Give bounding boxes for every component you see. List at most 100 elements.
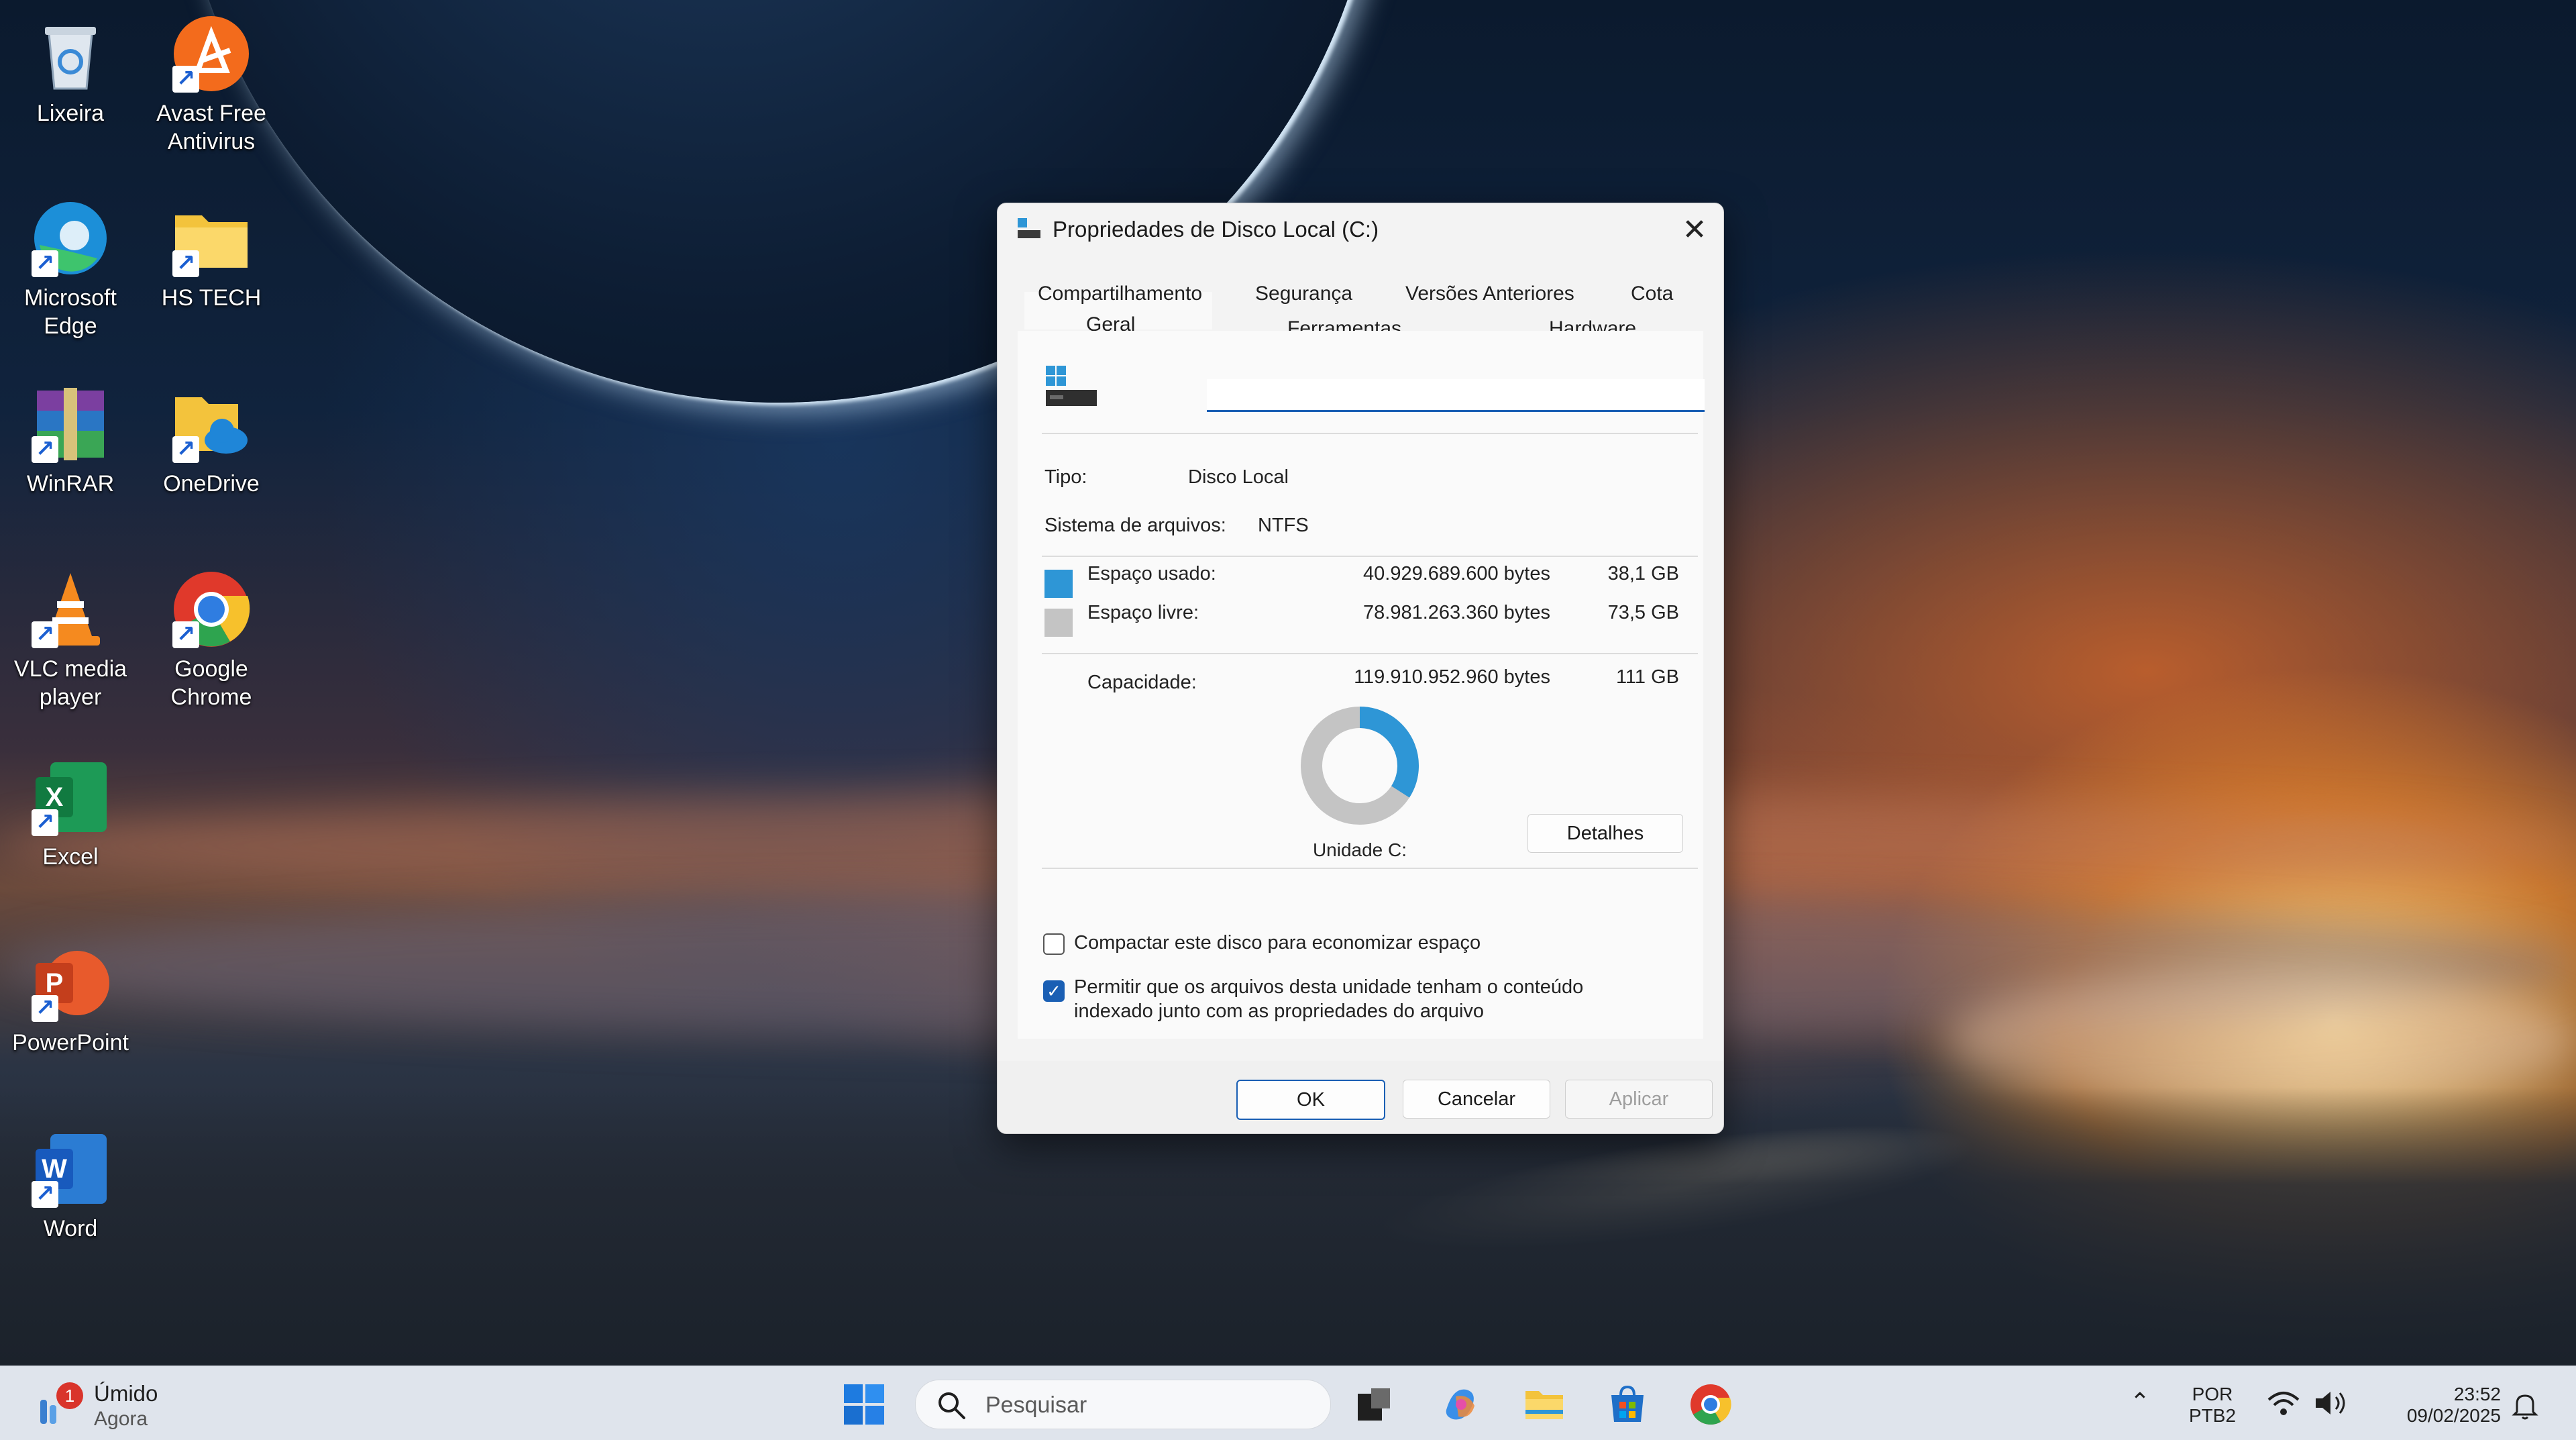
separator (1042, 556, 1698, 557)
close-icon: ✕ (1682, 213, 1707, 246)
desktop-icon-label: OneDrive (163, 471, 260, 497)
clock[interactable]: 23:52 09/02/2025 (2367, 1384, 2501, 1427)
copilot-icon (1446, 1389, 1474, 1420)
dialog-title: Propriedades de Disco Local (C:) (1053, 217, 1379, 242)
time-text: 23:52 (2453, 1384, 2501, 1404)
index-label-line1: Permitir que os arquivos desta unidade t… (1074, 976, 1584, 998)
separator (1042, 433, 1698, 434)
type-label: Tipo: (1044, 466, 1087, 488)
folder-icon (1525, 1391, 1563, 1419)
desktop-icon-excel[interactable]: X ↗ Excel (0, 757, 141, 871)
desktop-icon-powerpoint[interactable]: P ↗ PowerPoint (0, 943, 141, 1057)
desktop-icon-label: Microsoft Edge (24, 285, 117, 339)
desktop-icon-label: Excel (42, 844, 99, 870)
dialog-titlebar[interactable]: Propriedades de Disco Local (C:) ✕ (998, 203, 1723, 257)
date-text: 09/02/2025 (2406, 1405, 2501, 1426)
shortcut-arrow-icon: ↗ (32, 809, 58, 836)
folder-icon: ↗ (171, 198, 252, 278)
svg-text:P: P (46, 968, 64, 998)
desktop-icon-chrome[interactable]: ↗ Google Chrome (141, 569, 282, 711)
recycle-bin-icon (30, 13, 111, 94)
shortcut-arrow-icon: ↗ (172, 621, 199, 648)
ok-button[interactable]: OK (1236, 1080, 1385, 1120)
start-button[interactable] (843, 1383, 885, 1426)
store-button[interactable] (1606, 1383, 1649, 1426)
used-space-gb: 38,1 GB (1607, 563, 1679, 584)
used-space-label: Espaço usado: (1087, 563, 1216, 584)
desktop-icon-onedrive[interactable]: ↗ OneDrive (141, 384, 282, 498)
desktop-icon-label: Avast Free Antivirus (156, 101, 266, 154)
wifi-icon[interactable] (2265, 1386, 2302, 1420)
chevron-up-icon[interactable]: ⌃ (2127, 1388, 2153, 1415)
tab-compartilhamento[interactable]: Compartilhamento (1038, 282, 1202, 305)
compress-checkbox[interactable] (1043, 933, 1065, 955)
weather-subtitle: Agora (94, 1408, 148, 1430)
filesystem-value: NTFS (1258, 515, 1309, 536)
used-space-swatch (1044, 570, 1073, 598)
desktop-icon-winrar[interactable]: ↗ WinRAR (0, 384, 141, 498)
notification-bell-icon[interactable] (2509, 1389, 2541, 1421)
properties-dialog: Propriedades de Disco Local (C:) ✕ Compa… (997, 203, 1724, 1134)
desktop-icon-word[interactable]: W ↗ Word (0, 1129, 141, 1243)
desktop-icon-label: VLC media player (13, 656, 127, 710)
edge-icon: ↗ (30, 198, 111, 278)
tab-versoes-anteriores[interactable]: Versões Anteriores (1405, 282, 1574, 305)
search-placeholder: Pesquisar (985, 1392, 1087, 1418)
taskbar-search[interactable]: Pesquisar (915, 1380, 1331, 1429)
tab-cota[interactable]: Cota (1631, 282, 1673, 305)
keyboard-layout: PTB2 (2188, 1405, 2237, 1426)
language-code: POR (2192, 1384, 2233, 1404)
desktop-icon-label: PowerPoint (12, 1030, 129, 1056)
weather-title: Úmido (94, 1381, 158, 1406)
checkmark-icon: ✓ (1046, 981, 1061, 1001)
svg-text:W: W (42, 1154, 67, 1184)
onedrive-folder-icon: ↗ (171, 384, 252, 464)
drive-title-icon (1016, 217, 1042, 240)
separator (1042, 868, 1698, 869)
apply-button[interactable]: Aplicar (1565, 1080, 1713, 1119)
store-icon (1611, 1385, 1644, 1422)
copilot-button[interactable] (1440, 1383, 1483, 1426)
tab-content-geral: Tipo: Disco Local Sistema de arquivos: N… (1018, 331, 1705, 1039)
notification-badge: 1 (56, 1382, 83, 1409)
desktop-icon-label: Google Chrome (170, 656, 252, 710)
task-view-button[interactable] (1352, 1383, 1395, 1426)
winrar-icon: ↗ (30, 384, 111, 464)
word-icon: W ↗ (30, 1129, 111, 1209)
chrome-icon: ↗ (171, 569, 252, 650)
drive-icon (1044, 364, 1098, 410)
excel-icon: X ↗ (30, 757, 111, 837)
task-view-icon (1358, 1388, 1390, 1421)
desktop-icon-label: Word (43, 1216, 98, 1241)
close-button[interactable]: ✕ (1671, 209, 1718, 252)
details-button[interactable]: Detalhes (1527, 814, 1683, 853)
tab-seguranca[interactable]: Segurança (1255, 282, 1352, 305)
shortcut-arrow-icon: ↗ (32, 621, 58, 648)
avast-icon: ↗ (171, 13, 252, 94)
capacity-label: Capacidade: (1087, 672, 1197, 693)
free-space-label: Espaço livre: (1087, 602, 1199, 623)
desktop-icon-vlc[interactable]: ↗ VLC media player (0, 569, 141, 711)
desktop-icon-lixeira[interactable]: Lixeira (0, 13, 141, 127)
windows-logo-icon (844, 1384, 884, 1425)
cancel-button[interactable]: Cancelar (1403, 1080, 1550, 1119)
capacity-gb: 111 GB (1615, 666, 1679, 688)
language-indicator[interactable]: POR PTB2 (2172, 1384, 2253, 1427)
chrome-taskbar-button[interactable] (1689, 1383, 1732, 1426)
index-label-line2: indexado junto com as propriedades do ar… (1074, 1000, 1485, 1022)
separator (1042, 653, 1698, 654)
desktop-icon-avast[interactable]: ↗ Avast Free Antivirus (141, 13, 282, 156)
desktop-icon-edge[interactable]: ↗ Microsoft Edge (0, 198, 141, 340)
drive-name-input[interactable] (1207, 379, 1705, 412)
file-explorer-button[interactable] (1523, 1383, 1566, 1426)
shortcut-arrow-icon: ↗ (172, 436, 199, 463)
weather-widget[interactable]: 1 Úmido Agora (27, 1380, 201, 1431)
volume-icon[interactable] (2312, 1386, 2349, 1420)
desktop-icon-label: Lixeira (36, 101, 105, 126)
type-value: Disco Local (1188, 466, 1289, 488)
index-checkbox[interactable]: ✓ (1043, 980, 1065, 1002)
disk-usage-donut (1301, 707, 1419, 825)
shortcut-arrow-icon: ↗ (172, 66, 199, 93)
free-space-gb: 73,5 GB (1607, 602, 1679, 623)
desktop-icon-hs-tech[interactable]: ↗ HS TECH (141, 198, 282, 312)
